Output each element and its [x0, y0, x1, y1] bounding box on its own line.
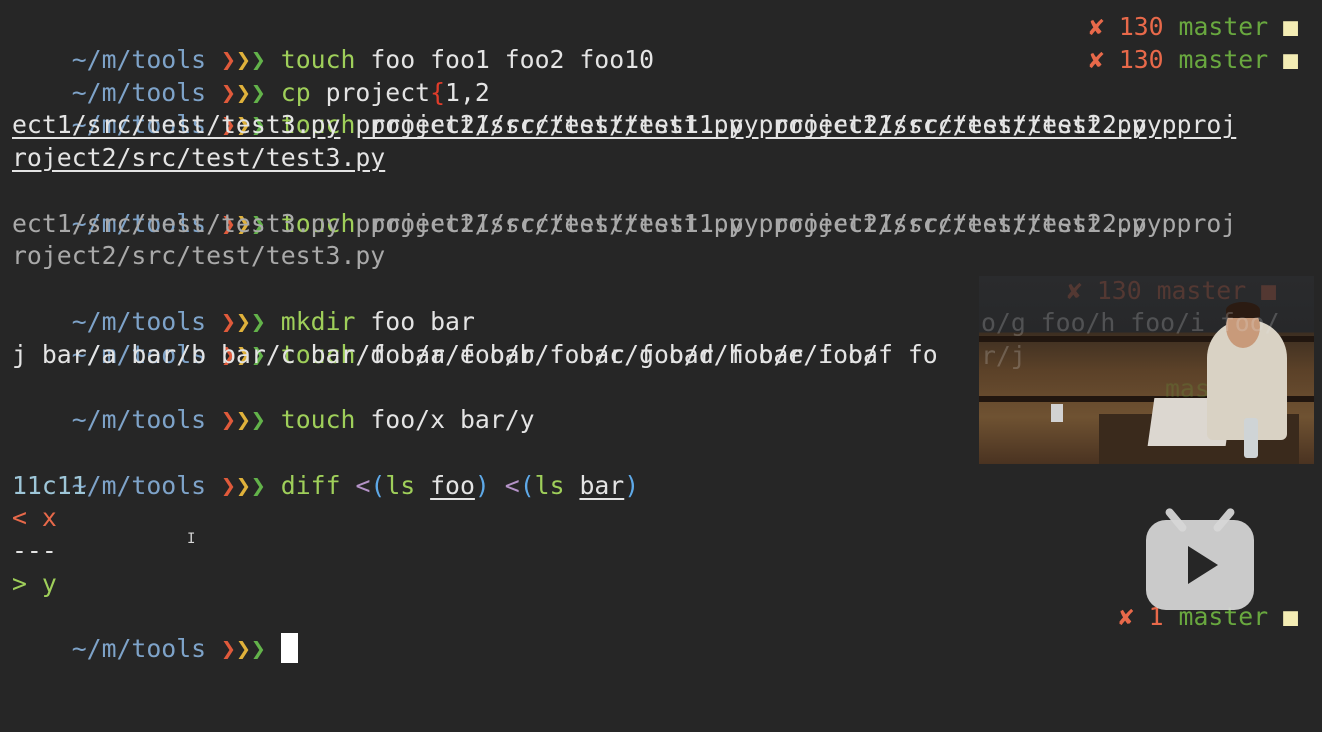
diff-hunk-header: 11c11: [12, 470, 87, 500]
ghost-line-text: r/j: [981, 341, 1026, 370]
file-path-arg: project2/src/test/test1.py: [355, 110, 744, 140]
prompt-arrows: ❯❯❯: [221, 634, 266, 664]
terminal-line: ~/m/tools ❯❯❯ cp project{1,2 ✘ 130 maste…: [12, 44, 1314, 107]
exit-code: 130: [1118, 12, 1164, 41]
terminal-line: ~/m/tools ❯❯❯ touch foo foo1 foo2 foo10 …: [12, 11, 1314, 74]
terminal-line: ~/m/tools ❯❯❯ ✘ 1 master ■: [12, 601, 1314, 664]
terminal-cursor[interactable]: [280, 633, 298, 664]
diff-removed-line: < x: [12, 503, 57, 533]
right-prompt-status: ✘ 130 master ■: [1089, 11, 1298, 44]
terminal-line: ~/m/tools ❯❯❯ touch project1/src/test/te…: [12, 77, 1314, 139]
status-square-icon: ■: [1283, 12, 1298, 41]
terminal-line: ect1/src/test/test3.py project2/src/test…: [12, 109, 1314, 142]
git-branch: master: [1178, 12, 1269, 41]
status-square-icon: ■: [1283, 601, 1298, 631]
terminal-line: roject2/src/test/test3.py: [12, 241, 386, 271]
error-cross-icon: ✘: [1118, 601, 1134, 631]
terminal-line: roject2/src/test/test3.py: [12, 142, 1314, 175]
video-wall-plate: [1051, 404, 1063, 422]
git-branch: master: [1178, 44, 1269, 74]
terminal-line: ect1/src/test/test3.py project2/src/test…: [12, 208, 1177, 238]
text-ibeam-icon: I: [187, 531, 196, 547]
right-prompt-status: ✘ 130 master ■: [1089, 44, 1298, 77]
diff-separator: ---: [12, 536, 57, 565]
bilibili-play-icon[interactable]: [1146, 506, 1254, 610]
file-path-arg: roject2/src/test/test3.py: [12, 143, 386, 172]
status-square-icon: ■: [1283, 44, 1298, 74]
terminal-line: ~/m/tools ❯❯❯ touch project1/src/test/te…: [12, 175, 1314, 238]
prompt-path: ~/m/tools: [71, 634, 207, 664]
ghost-line-text: o/g foo/h foo/i foo/: [981, 308, 1280, 337]
exit-code: 130: [1118, 44, 1164, 74]
diff-added-line: > y: [12, 568, 57, 598]
error-cross-icon: ✘: [1088, 44, 1104, 74]
file-path-arg: project2/src/test/test2.py: [758, 110, 1147, 140]
ghost-master-text: mas: [1165, 374, 1210, 403]
error-cross-icon: ✘: [1088, 12, 1104, 41]
file-path-arg: ect1/src/test/test3.py: [12, 110, 341, 140]
play-triangle-icon: [1188, 546, 1218, 584]
video-water-bottle: [1244, 418, 1258, 458]
lecture-video-overlay[interactable]: ✘ 130 master ■ o/g foo/h foo/i foo/ r/j …: [979, 276, 1314, 464]
ghost-right-prompt: ✘ 130 master ■: [1067, 276, 1277, 305]
file-path-arg: p: [1161, 110, 1177, 140]
